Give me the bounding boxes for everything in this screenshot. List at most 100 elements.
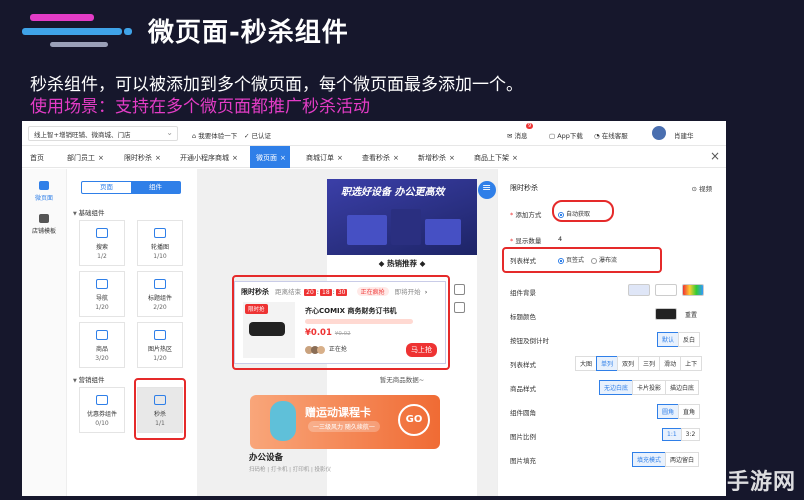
- component-coupon[interactable]: 优惠券组件 0/10: [79, 387, 125, 433]
- store-select[interactable]: 线上智+增销旺铺、微商城、门店 ⌄: [28, 126, 178, 141]
- close-icon[interactable]: ×: [232, 154, 238, 162]
- tab-micro-page[interactable]: 微页面 ×: [250, 146, 290, 168]
- bg-swatch-white[interactable]: [655, 284, 677, 296]
- app-download-link[interactable]: ▢ App下载: [549, 130, 583, 140]
- nav-micro-page[interactable]: 微页面: [22, 181, 66, 202]
- tab-goods-shelf[interactable]: 商品上下架 ×: [474, 146, 518, 168]
- app-download-label: App下载: [557, 132, 583, 140]
- tab-bar: 首页 部门员工 × 限时秒杀 × 开通小程序商城 × 微页面 × 商城订单 × 查看秒杀 ×…: [22, 146, 726, 168]
- option-ratio-1-1[interactable]: 1:1: [662, 428, 682, 441]
- option-rounded[interactable]: 圆角: [657, 404, 680, 419]
- option-inverse[interactable]: 反白: [678, 332, 701, 347]
- top-bar: 线上智+增销旺铺、微商城、门店 ⌄ ⌂ 我要体验一下 ✓ 已认证 ✉ 消息 9 …: [22, 121, 726, 146]
- title-color-swatch[interactable]: [655, 308, 677, 320]
- decor-bar-blue: [22, 28, 122, 35]
- component-name: 优惠券组件: [86, 411, 117, 418]
- component-count: 1/10: [153, 253, 167, 260]
- coupon-icon: [96, 395, 108, 405]
- message-link[interactable]: ✉ 消息: [507, 130, 528, 140]
- promo-subtitle: 一三级风力 随久续航一: [308, 421, 380, 432]
- online-service-label: 在线客服: [601, 132, 628, 140]
- app-window: 线上智+增销旺铺、微商城、门店 ⌄ ⌂ 我要体验一下 ✓ 已认证 ✉ 消息 9 …: [22, 121, 726, 496]
- component-count: 3/20: [95, 355, 109, 362]
- tab-new-seckill[interactable]: 新增秒杀 ×: [418, 146, 455, 168]
- fill-label: 图片填充: [510, 457, 536, 465]
- close-icon[interactable]: ×: [337, 154, 343, 162]
- go-badge: GO: [398, 404, 430, 436]
- option-ratio-3-2[interactable]: 3:2: [680, 428, 701, 441]
- tab-view-seckill[interactable]: 查看秒杀 ×: [362, 146, 399, 168]
- reset-button[interactable]: 重置: [681, 308, 702, 321]
- option-fill[interactable]: 填充模式: [632, 452, 667, 467]
- option-outline[interactable]: 描边白底: [665, 380, 700, 395]
- display-count-value[interactable]: 4: [558, 235, 562, 243]
- option-double[interactable]: 双列: [617, 356, 640, 371]
- component-name: 商品: [95, 346, 108, 353]
- close-icon[interactable]: ×: [393, 154, 399, 162]
- option-square[interactable]: 直角: [678, 404, 701, 419]
- promo-banner[interactable]: 赠运动课程卡 一三级风力 随久续航一 GO: [250, 395, 440, 449]
- banner-image: 职选好设备 办公更高效: [327, 179, 477, 255]
- option-card-shadow[interactable]: 卡片投影: [632, 380, 667, 395]
- nav-store-template[interactable]: 店铺模板: [22, 214, 66, 235]
- close-icon[interactable]: ×: [449, 154, 455, 162]
- component-count: 1/20: [153, 355, 167, 362]
- component-name: 导航: [95, 295, 108, 302]
- component-search[interactable]: 搜索 1/2: [79, 220, 125, 266]
- group-basic[interactable]: 基础组件: [73, 207, 104, 217]
- verified-label: 已认证: [251, 132, 272, 140]
- tab-mall-orders[interactable]: 商城订单 ×: [306, 146, 343, 168]
- close-icon[interactable]: ×: [710, 149, 720, 163]
- hot-title-text: 热销推荐: [387, 259, 417, 268]
- goods-style-label: 商品样式: [510, 385, 536, 393]
- online-service-link[interactable]: ◔ 在线客服: [594, 130, 628, 140]
- video-label: 视频: [699, 185, 712, 193]
- option-default[interactable]: 默认: [657, 332, 680, 347]
- component-name: 图片热区: [147, 346, 172, 353]
- title-color-label: 标题颜色: [510, 313, 536, 321]
- component-nav[interactable]: 导航 1/20: [79, 271, 125, 317]
- option-slide[interactable]: 滑动: [659, 356, 682, 371]
- page-component-toggle: 页面 组件: [81, 181, 181, 194]
- component-goods[interactable]: 商品 3/20: [79, 322, 125, 368]
- store-select-value: 线上智+增销旺铺、微商城、门店: [34, 131, 131, 139]
- option-no-border[interactable]: 无边白底: [599, 380, 634, 395]
- component-count: 1/20: [95, 304, 109, 311]
- component-title[interactable]: 标题组件 2/20: [137, 271, 183, 317]
- close-icon[interactable]: ×: [155, 154, 161, 162]
- component-hotspot[interactable]: 图片热区 1/20: [137, 322, 183, 368]
- bg-swatch-light[interactable]: [628, 284, 650, 296]
- option-vertical[interactable]: 上下: [680, 356, 703, 371]
- copy-icon[interactable]: [454, 302, 465, 313]
- toggle-component[interactable]: 组件: [131, 182, 180, 193]
- group-marketing[interactable]: 营销组件: [73, 374, 104, 384]
- username: 肖建华: [674, 132, 694, 140]
- nav-label: 店铺模板: [31, 228, 56, 235]
- tab-home[interactable]: 首页: [30, 146, 44, 168]
- option-triple[interactable]: 三列: [638, 356, 661, 371]
- tab-seckill[interactable]: 限时秒杀 ×: [124, 146, 161, 168]
- tab-open-mini[interactable]: 开通小程序商城 ×: [180, 146, 238, 168]
- tab-staff[interactable]: 部门员工 ×: [67, 146, 104, 168]
- option-large[interactable]: 大图: [575, 356, 598, 371]
- option-single[interactable]: 单列: [596, 356, 619, 371]
- option-letterbox[interactable]: 两边留白: [665, 452, 700, 467]
- ratio-label: 图片比例: [510, 433, 536, 441]
- component-carousel[interactable]: 轮播图 1/10: [137, 220, 183, 266]
- component-name: 搜索: [95, 244, 108, 251]
- menu-icon[interactable]: [478, 181, 496, 199]
- bg-swatch-custom[interactable]: [682, 284, 704, 296]
- settings-title: 限时秒杀: [510, 184, 538, 192]
- close-icon[interactable]: ×: [512, 154, 518, 162]
- highlight-seckill-preview: [232, 275, 450, 370]
- image-icon: [154, 330, 166, 340]
- video-link[interactable]: ⊙ 视频: [691, 183, 712, 193]
- try-link[interactable]: ⌂ 我要体验一下: [192, 130, 237, 140]
- delete-icon[interactable]: [454, 284, 465, 295]
- close-icon[interactable]: ×: [98, 154, 104, 162]
- avatar[interactable]: [652, 126, 666, 140]
- toggle-page[interactable]: 页面: [82, 182, 131, 193]
- template-icon: [39, 214, 49, 223]
- close-icon[interactable]: ×: [280, 154, 286, 162]
- carousel-icon: [154, 228, 166, 238]
